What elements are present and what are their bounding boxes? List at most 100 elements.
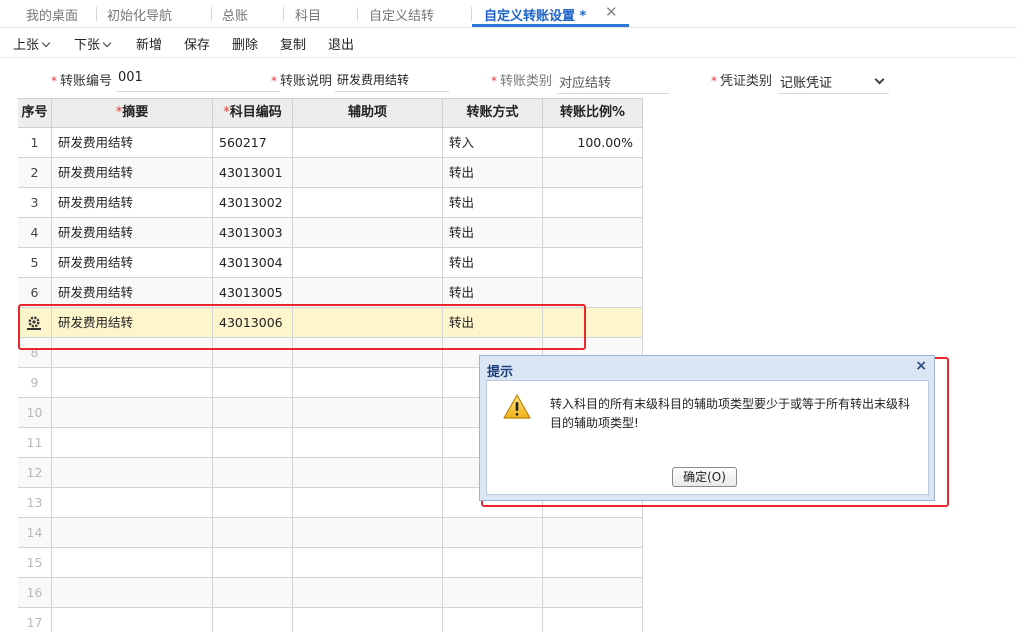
- cell-ratio[interactable]: [543, 188, 643, 218]
- cell-aux[interactable]: [293, 398, 443, 428]
- cell-aux[interactable]: [293, 608, 443, 632]
- tab-init-navigation[interactable]: 初始化导航: [107, 5, 172, 24]
- cell-method[interactable]: [443, 578, 543, 608]
- cell-ratio[interactable]: [543, 548, 643, 578]
- cell-account-code[interactable]: 43013005: [213, 278, 293, 308]
- tab-my-desktop[interactable]: 我的桌面: [26, 5, 78, 24]
- cell-ratio[interactable]: [543, 578, 643, 608]
- cell-ratio[interactable]: [543, 158, 643, 188]
- cell-summary[interactable]: 研发费用结转: [52, 218, 213, 248]
- transfer-no-input[interactable]: 001: [116, 70, 280, 92]
- cell-method[interactable]: 转出: [443, 218, 543, 248]
- cell-summary[interactable]: [52, 548, 213, 578]
- cell-method[interactable]: [443, 518, 543, 548]
- cell-account-code[interactable]: [213, 488, 293, 518]
- cell-method[interactable]: 转出: [443, 248, 543, 278]
- cell-summary[interactable]: [52, 458, 213, 488]
- cell-summary[interactable]: 研发费用结转: [52, 188, 213, 218]
- prev-voucher-button[interactable]: 上张: [13, 34, 51, 53]
- next-voucher-label: 下张: [74, 38, 101, 53]
- cell-aux[interactable]: [293, 338, 443, 368]
- cell-aux[interactable]: [293, 548, 443, 578]
- cell-seq: 17: [18, 608, 52, 632]
- cell-account-code[interactable]: 43013003: [213, 218, 293, 248]
- exit-button[interactable]: 退出: [328, 34, 354, 53]
- gear-icon[interactable]: [26, 315, 42, 331]
- cell-ratio[interactable]: [543, 248, 643, 278]
- cell-aux[interactable]: [293, 458, 443, 488]
- delete-button[interactable]: 删除: [232, 34, 258, 53]
- cell-ratio[interactable]: [543, 608, 643, 632]
- tab-custom-carryover[interactable]: 自定义结转: [369, 5, 434, 24]
- cell-summary[interactable]: [52, 578, 213, 608]
- cell-method[interactable]: 转出: [443, 278, 543, 308]
- cell-account-code[interactable]: [213, 428, 293, 458]
- cell-method[interactable]: 转出: [443, 188, 543, 218]
- cell-account-code[interactable]: [213, 518, 293, 548]
- cell-aux[interactable]: [293, 428, 443, 458]
- cell-aux[interactable]: [293, 218, 443, 248]
- cell-account-code[interactable]: [213, 458, 293, 488]
- cell-account-code[interactable]: 560217: [213, 128, 293, 158]
- cell-summary[interactable]: 研发费用结转: [52, 248, 213, 278]
- cell-method[interactable]: 转出: [443, 158, 543, 188]
- copy-button[interactable]: 复制: [280, 34, 306, 53]
- cell-aux[interactable]: [293, 278, 443, 308]
- cell-ratio[interactable]: 100.00%: [543, 128, 643, 158]
- cell-summary[interactable]: 研发费用结转: [52, 158, 213, 188]
- tab-accounts[interactable]: 科目: [295, 5, 321, 24]
- cell-summary[interactable]: [52, 338, 213, 368]
- cell-account-code[interactable]: 43013006: [213, 308, 293, 338]
- cell-account-code[interactable]: [213, 398, 293, 428]
- cell-summary[interactable]: [52, 428, 213, 458]
- cell-aux[interactable]: [293, 488, 443, 518]
- cell-ratio[interactable]: [543, 218, 643, 248]
- cell-account-code[interactable]: [213, 338, 293, 368]
- cell-summary[interactable]: [52, 518, 213, 548]
- cell-summary[interactable]: [52, 488, 213, 518]
- cell-ratio[interactable]: [543, 278, 643, 308]
- cell-aux[interactable]: [293, 158, 443, 188]
- tab-close-icon[interactable]: ✕: [605, 3, 618, 21]
- cell-summary[interactable]: [52, 368, 213, 398]
- cell-account-code[interactable]: [213, 548, 293, 578]
- cell-account-code[interactable]: 43013001: [213, 158, 293, 188]
- voucher-type-select[interactable]: 记账凭证: [778, 72, 889, 94]
- tab-custom-transfer-settings[interactable]: 自定义转账设置 *: [484, 5, 586, 24]
- save-button[interactable]: 保存: [184, 34, 210, 53]
- cell-summary[interactable]: [52, 608, 213, 632]
- cell-account-code[interactable]: 43013002: [213, 188, 293, 218]
- cell-aux[interactable]: [293, 188, 443, 218]
- cell-account-code[interactable]: 43013004: [213, 248, 293, 278]
- cell-account-code[interactable]: [213, 608, 293, 632]
- cell-summary[interactable]: 研发费用结转: [52, 128, 213, 158]
- cell-summary[interactable]: 研发费用结转: [52, 278, 213, 308]
- dialog-body: 转入科目的所有末级科目的辅助项类型要少于或等于所有转出末级科目的辅助项类型! 确…: [486, 380, 929, 495]
- cell-method[interactable]: 转入: [443, 128, 543, 158]
- cell-method[interactable]: [443, 608, 543, 632]
- cell-summary[interactable]: [52, 398, 213, 428]
- cell-method[interactable]: [443, 548, 543, 578]
- dialog-close-icon[interactable]: ×: [915, 358, 927, 374]
- next-voucher-button[interactable]: 下张: [74, 34, 112, 53]
- cell-aux[interactable]: [293, 368, 443, 398]
- tab-general-ledger[interactable]: 总账: [222, 5, 248, 24]
- cell-summary[interactable]: 研发费用结转: [52, 308, 213, 338]
- cell-ratio[interactable]: [543, 518, 643, 548]
- add-button[interactable]: 新增: [136, 34, 162, 53]
- cell-account-code[interactable]: [213, 578, 293, 608]
- alert-dialog: 提示 × 转入科目的所有末级科目的辅助项类型要少于或等于所有转出末级科目的辅助项…: [479, 355, 935, 501]
- cell-aux[interactable]: [293, 248, 443, 278]
- cell-aux[interactable]: [293, 578, 443, 608]
- cell-aux[interactable]: [293, 518, 443, 548]
- cell-aux[interactable]: [293, 128, 443, 158]
- cell-ratio[interactable]: [543, 308, 643, 338]
- transfer-type-input[interactable]: 对应结转: [557, 72, 669, 94]
- cell-aux[interactable]: [293, 308, 443, 338]
- transfer-desc-input[interactable]: 研发费用结转: [335, 70, 449, 92]
- dialog-ok-button[interactable]: 确定(O): [672, 467, 737, 487]
- dialog-title: 提示: [487, 365, 514, 380]
- cell-method[interactable]: 转出: [443, 308, 543, 338]
- cell-seq: 6: [18, 278, 52, 308]
- cell-account-code[interactable]: [213, 368, 293, 398]
